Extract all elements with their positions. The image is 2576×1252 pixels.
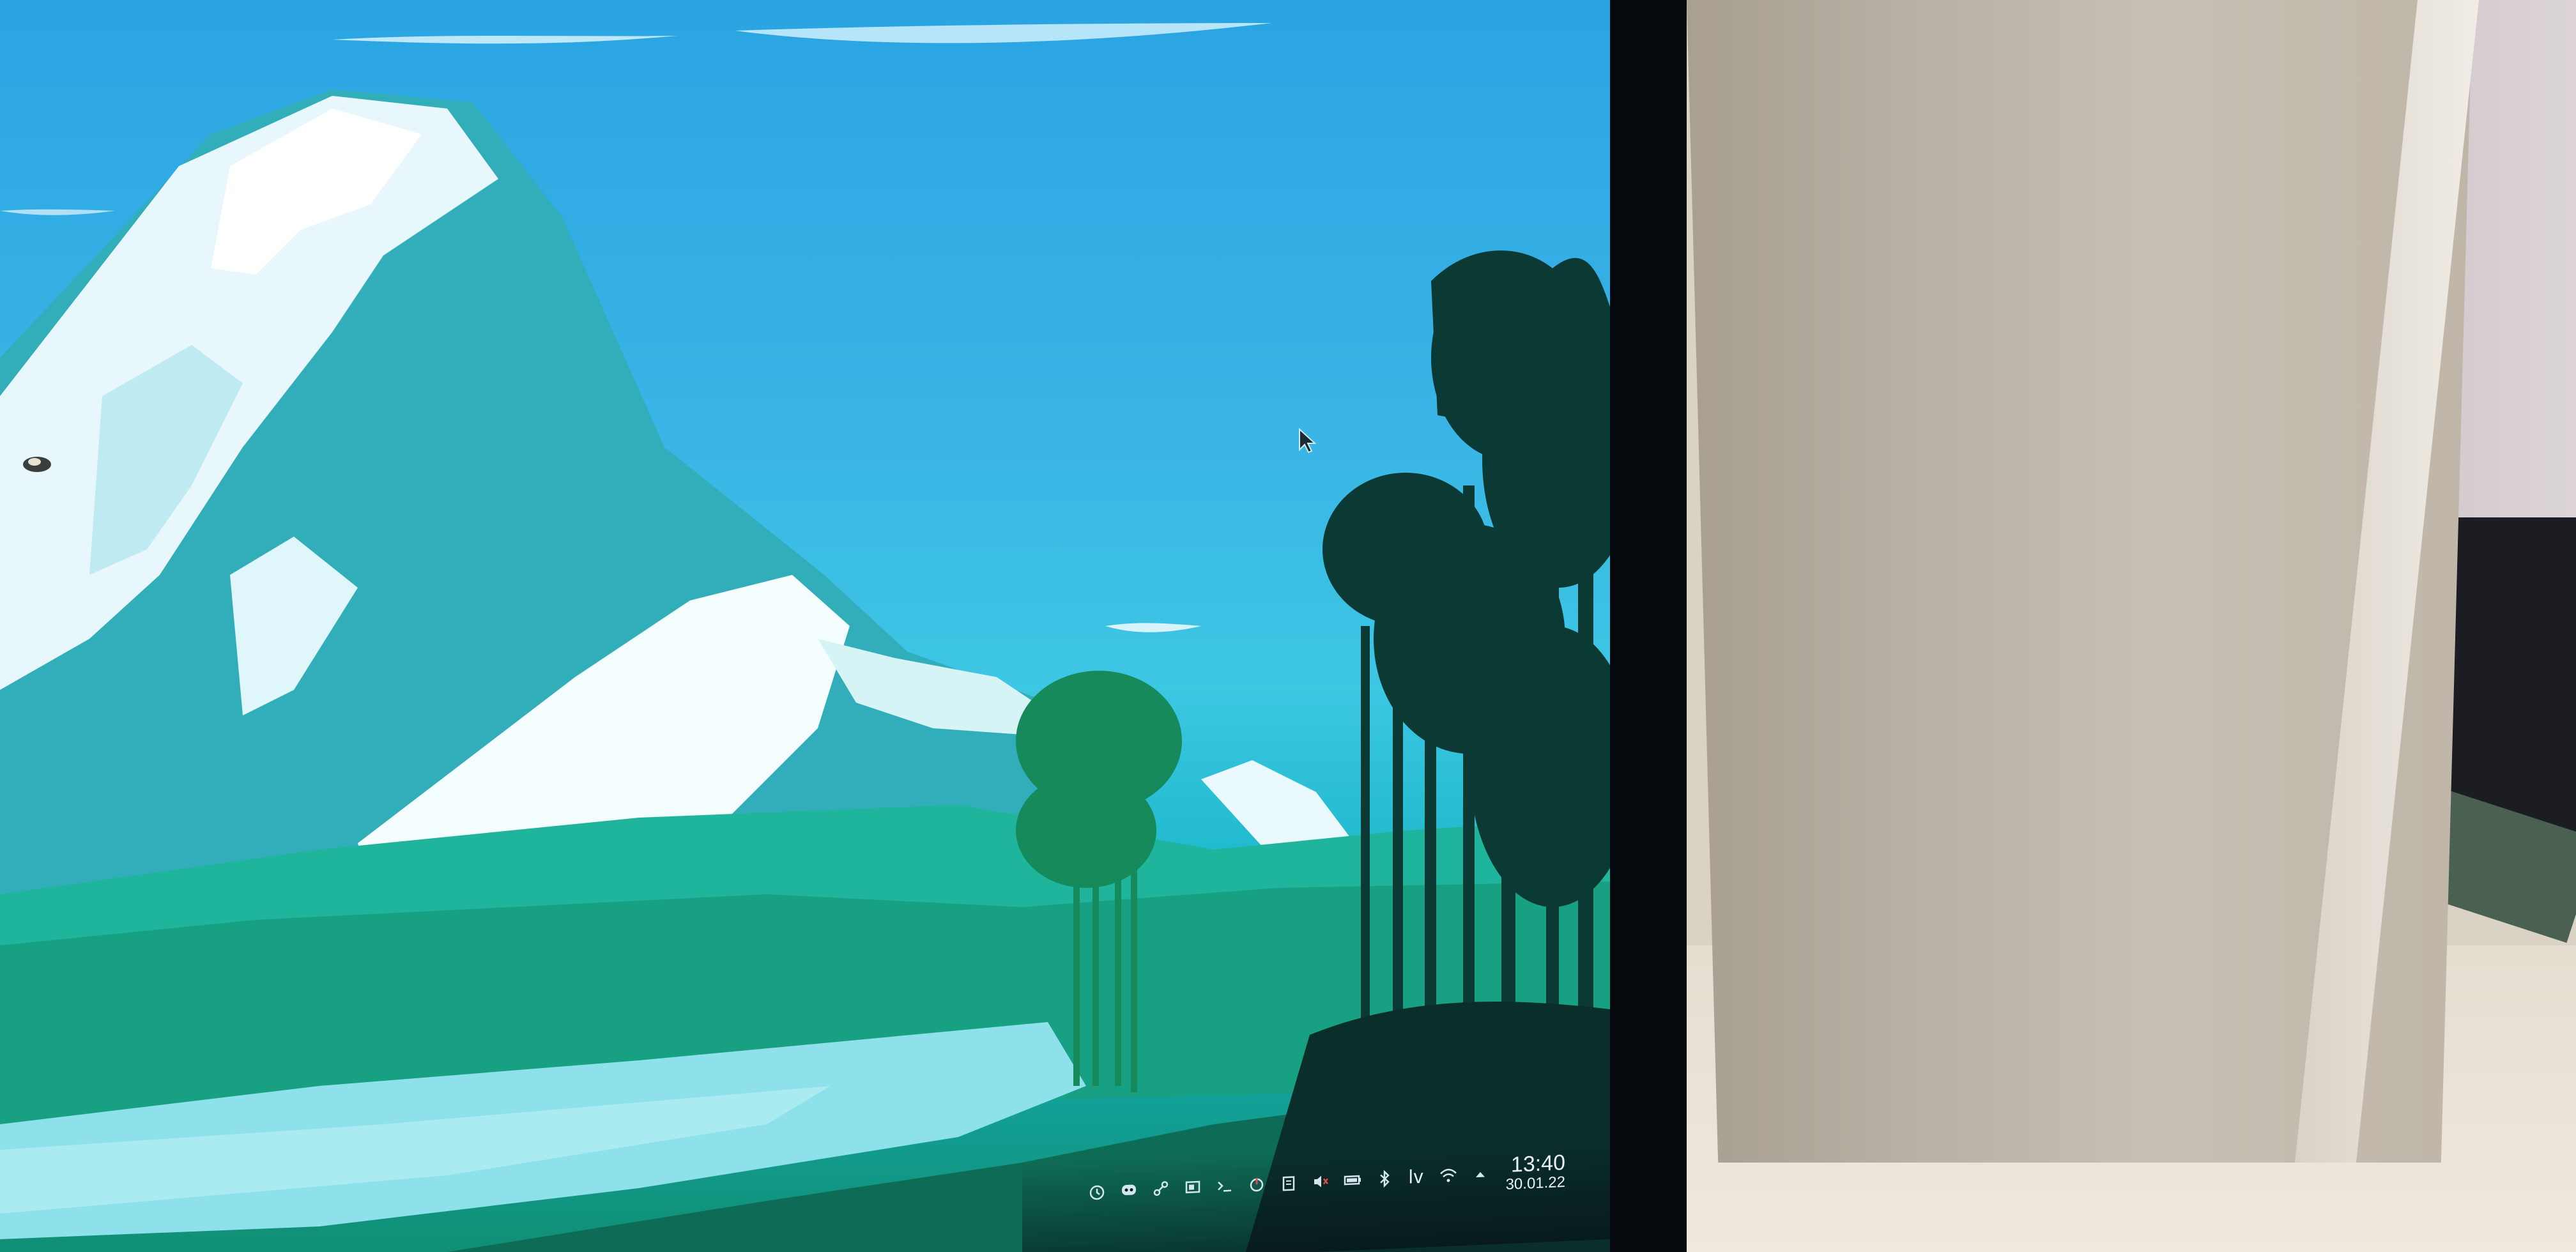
- bluetooth-icon[interactable]: [1374, 1168, 1395, 1189]
- window-icon[interactable]: [1183, 1177, 1203, 1198]
- wifi-icon[interactable]: [1438, 1165, 1459, 1186]
- clock-time: 13:40: [1510, 1150, 1565, 1177]
- mouse-pointer-icon: [1299, 428, 1316, 454]
- keyboard-layout-indicator[interactable]: lv: [1406, 1166, 1427, 1188]
- clock[interactable]: 13:40 30.01.22: [1505, 1150, 1565, 1194]
- volume-muted-icon[interactable]: [1310, 1171, 1331, 1192]
- power-icon[interactable]: [1246, 1173, 1267, 1195]
- system-tray: lv 13:40 30.01.22: [1087, 1150, 1565, 1212]
- alarm-icon[interactable]: [1087, 1180, 1107, 1202]
- clock-date: 30.01.22: [1505, 1173, 1565, 1194]
- wallpaper: [0, 23, 1610, 1252]
- battery-icon[interactable]: [1342, 1170, 1363, 1191]
- clipboard-icon[interactable]: [1278, 1172, 1299, 1193]
- discord-icon[interactable]: [1119, 1179, 1139, 1200]
- chevron-up-icon[interactable]: [1470, 1164, 1491, 1185]
- desktop-app-icon[interactable]: [19, 450, 55, 476]
- photo-scene: lv 13:40 30.01.22: [0, 0, 2576, 1252]
- desktop-screen[interactable]: lv 13:40 30.01.22: [0, 0, 1610, 1252]
- share-icon[interactable]: [1151, 1178, 1171, 1199]
- terminal-icon[interactable]: [1215, 1175, 1235, 1196]
- monitor: lv 13:40 30.01.22: [0, 0, 1687, 1252]
